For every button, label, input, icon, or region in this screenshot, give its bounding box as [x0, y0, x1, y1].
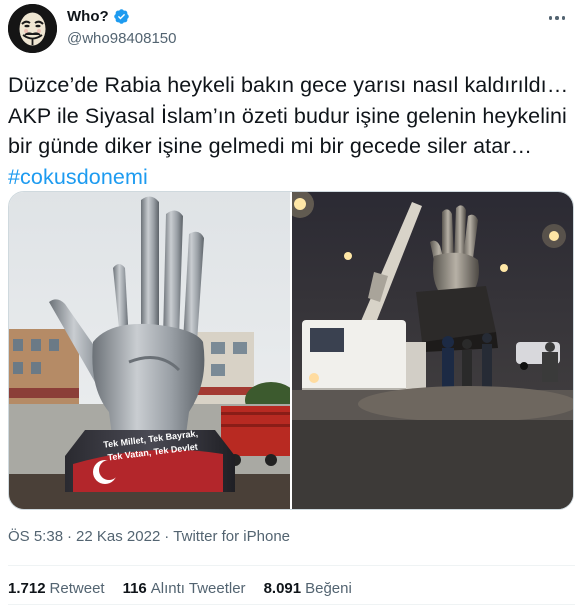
quote-tweets-stat[interactable]: 116 Alıntı Tweetler [123, 580, 246, 597]
photo-statue-daytime[interactable]: Tek Millet, Tek Bayrak, Tek Vatan, Tek D… [9, 192, 290, 509]
divider [8, 565, 575, 566]
author-handle[interactable]: @who98408150 [67, 30, 176, 47]
media-grid: Tek Millet, Tek Bayrak, Tek Vatan, Tek D… [8, 191, 574, 510]
quote-tweets-count: 116 [122, 580, 147, 597]
tweet-source[interactable]: Twitter for iPhone [173, 528, 290, 545]
separator-dot: · [164, 528, 170, 545]
divider [8, 604, 575, 605]
photo-statue-removal-night[interactable] [292, 192, 573, 509]
separator-dot: · [67, 528, 73, 545]
likes-count: 8.091 [263, 580, 302, 597]
guy-fawkes-mask-avatar[interactable] [8, 4, 57, 53]
tweet-body: Düzce’de Rabia heykeli bakın gece yarısı… [8, 73, 569, 158]
verified-badge-icon [113, 9, 129, 24]
quote-tweets-label: Alıntı Tweetler [150, 580, 246, 597]
tweet-text: Düzce’de Rabia heykeli bakın gece yarısı… [8, 70, 578, 192]
author-name-row[interactable]: Who? [67, 8, 130, 25]
retweets-stat[interactable]: 1.712 Retweet [8, 580, 105, 597]
hashtag-link[interactable]: #cokusdonemi [8, 165, 148, 189]
more-options-icon[interactable] [545, 6, 569, 30]
engagement-stats: 1.712 Retweet 116 Alıntı Tweetler 8.091 Beğ… [8, 580, 370, 597]
tweet-metadata: ÖS 5:38 · 22 Kas 2022 · Twitter for iPho… [8, 528, 290, 545]
tweet-date[interactable]: 22 Kas 2022 [76, 528, 160, 545]
likes-label: Beğeni [305, 580, 352, 597]
tweet-time[interactable]: ÖS 5:38 [8, 528, 63, 545]
retweets-count: 1.712 [8, 580, 46, 597]
tweet-card: Who? @who98408150 Düzce’de Rabia heykeli… [0, 0, 583, 606]
author-display-name[interactable]: Who? [67, 8, 109, 25]
likes-stat[interactable]: 8.091 Beğeni [264, 580, 352, 597]
retweets-label: Retweet [49, 580, 105, 597]
